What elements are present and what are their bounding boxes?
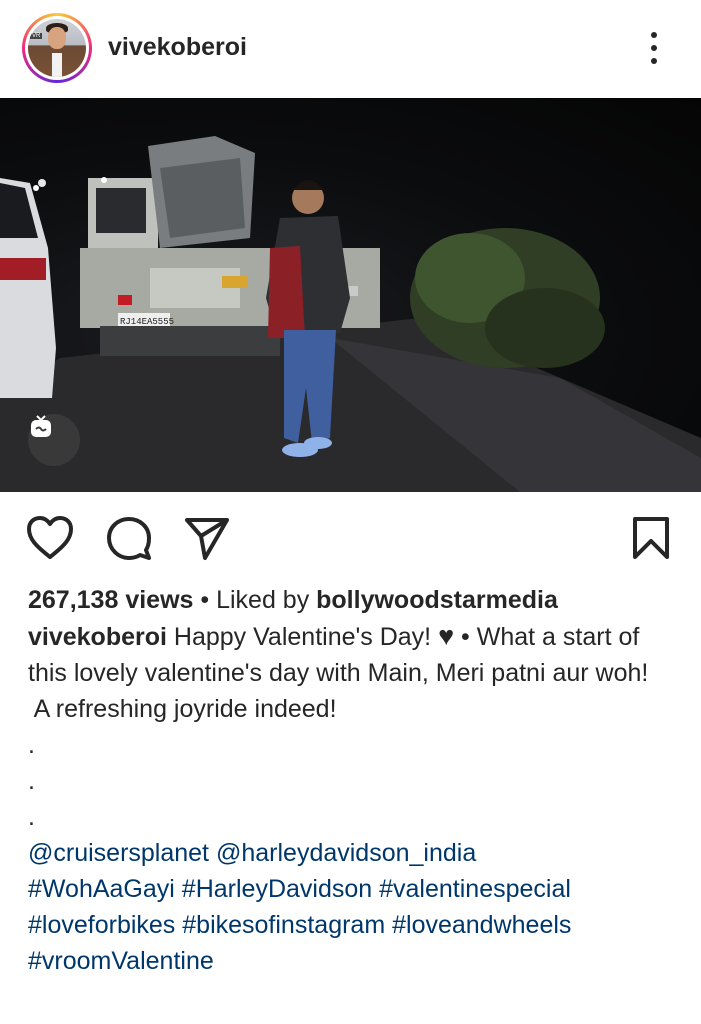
- hashtag-link[interactable]: #loveandwheels: [392, 911, 571, 939]
- caption-line: A refreshing joyride indeed!: [28, 695, 337, 723]
- post-video[interactable]: RJ14EA5555: [0, 98, 701, 492]
- hashtags-line: #vroomValentine: [28, 943, 678, 979]
- bookmark-icon[interactable]: [632, 516, 670, 565]
- liked-by-user[interactable]: bollywoodstarmedia: [316, 586, 558, 614]
- mention-link[interactable]: @cruisersplanet: [28, 839, 209, 867]
- hashtag-link[interactable]: #HarleyDavidson: [182, 875, 372, 903]
- view-count[interactable]: 267,138 views: [28, 586, 193, 614]
- plate-text: RJ14EA5555: [120, 317, 174, 327]
- comment-icon[interactable]: [106, 516, 152, 567]
- send-icon[interactable]: [184, 516, 230, 567]
- hashtag-link[interactable]: #bikesofinstagram: [182, 911, 385, 939]
- story-ring[interactable]: VR: [22, 13, 92, 83]
- avatar[interactable]: VR: [28, 19, 86, 77]
- hashtags-line: #WohAaGayi #HarleyDavidson #valentinespe…: [28, 871, 678, 907]
- caption-text: vivekoberoi Happy Valentine's Day! ♥ • W…: [28, 621, 649, 687]
- mention-link[interactable]: @harleydavidson_india: [216, 839, 476, 867]
- hashtags-line: #loveforbikes #bikesofinstagram #loveand…: [28, 907, 678, 943]
- post-caption-area: 267,138 views • Liked by bollywoodstarme…: [28, 582, 678, 979]
- heart-icon[interactable]: [26, 515, 74, 566]
- post-header: VR vivekoberoi: [0, 0, 701, 98]
- hashtag-link[interactable]: #vroomValentine: [28, 947, 214, 975]
- views-line: 267,138 views • Liked by bollywoodstarme…: [28, 586, 558, 614]
- heart-glyph-icon: ♥: [438, 621, 455, 651]
- mentions-line: @cruisersplanet @harleydavidson_india: [28, 835, 678, 871]
- caption-username[interactable]: vivekoberoi: [28, 623, 167, 651]
- hashtag-link[interactable]: #valentinespecial: [379, 875, 571, 903]
- more-options-icon[interactable]: [640, 30, 668, 66]
- hashtag-link[interactable]: #WohAaGayi: [28, 875, 175, 903]
- igtv-icon[interactable]: [28, 414, 80, 466]
- action-bar: [0, 492, 701, 584]
- avatar-tag: VR: [30, 33, 43, 39]
- hashtag-link[interactable]: #loveforbikes: [28, 911, 175, 939]
- video-frame: RJ14EA5555: [0, 136, 701, 492]
- post-username[interactable]: vivekoberoi: [108, 33, 247, 62]
